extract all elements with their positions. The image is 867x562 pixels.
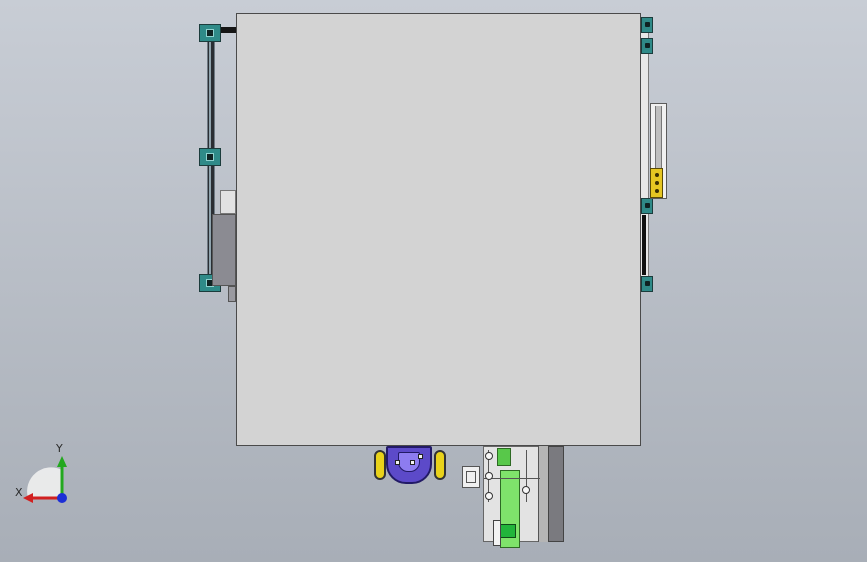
- cad-viewport[interactable]: Y X: [0, 0, 867, 562]
- left-side-panel-dark: [212, 214, 236, 286]
- left-rail-bracket-top: [199, 24, 221, 42]
- gripper-assembly[interactable]: [368, 446, 448, 486]
- axis-triad: Y X: [14, 440, 74, 510]
- conveyor-guide-right: [526, 450, 527, 502]
- conveyor-green-top: [497, 448, 511, 466]
- right-rail-bracket-bottom: [641, 276, 653, 292]
- left-rail-bracket-middle: [199, 148, 221, 166]
- gripper-pin-left: [395, 460, 400, 465]
- conveyor-knob-1: [485, 452, 493, 460]
- conveyor-grey-column: [538, 446, 548, 542]
- main-enclosure-panel[interactable]: [236, 13, 641, 446]
- right-rail-bracket-lower: [641, 198, 653, 214]
- x-axis-label: X: [15, 486, 23, 499]
- gripper-wheel-left: [374, 450, 386, 480]
- cylinder-yellow-mount: [650, 168, 663, 198]
- conveyor-side-box: [462, 466, 480, 488]
- conveyor-knob-4: [522, 486, 530, 494]
- conveyor-green-bottom: [500, 524, 516, 538]
- conveyor-dark-column: [548, 446, 564, 542]
- left-side-panel-light: [220, 190, 236, 214]
- xyz-orientation-triad-icon: [23, 456, 67, 503]
- gripper-blue-inner: [398, 452, 420, 472]
- conveyor-left-box: [493, 520, 501, 546]
- left-rail-top-bar: [221, 27, 236, 33]
- y-axis-label: Y: [56, 442, 63, 455]
- pneumatic-cylinder-core: [655, 106, 662, 176]
- right-rail-bracket-upper: [641, 38, 653, 54]
- conveyor-cross-bar: [484, 478, 540, 479]
- gripper-pin-right: [418, 454, 423, 459]
- right-rail-bracket-top: [641, 17, 653, 33]
- conveyor-knob-3: [485, 492, 493, 500]
- right-rail-dark-segment: [642, 215, 646, 275]
- gripper-pin-mid: [410, 460, 415, 465]
- gripper-wheel-right: [434, 450, 446, 480]
- left-side-panel-bottom: [228, 286, 236, 302]
- conveyor-knob-2: [485, 472, 493, 480]
